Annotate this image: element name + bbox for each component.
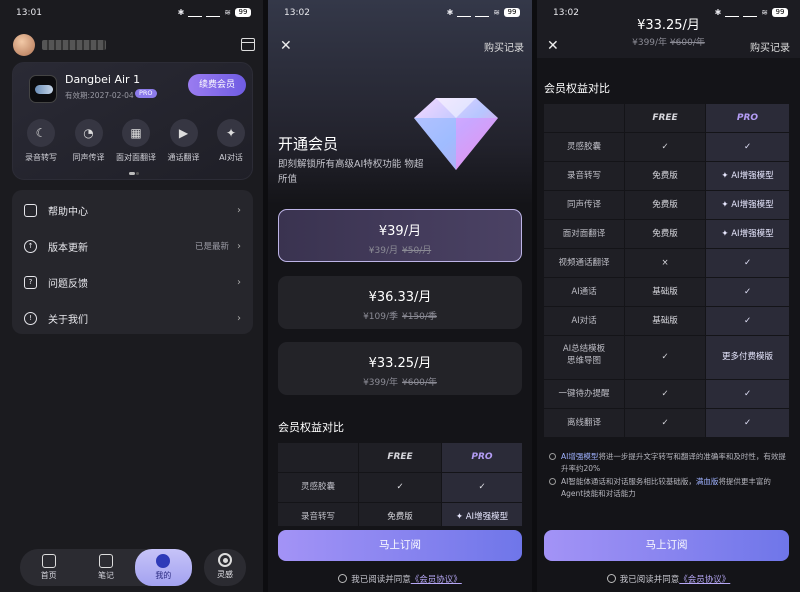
agreement-link[interactable]: 《会员协议》 <box>679 575 730 585</box>
battery-icon: 99 <box>235 8 251 17</box>
translate-icon: ◔ <box>74 119 103 147</box>
username-blurred <box>42 40 106 50</box>
agreement-row: 我已阅读并同意《会员协议》 <box>268 573 532 585</box>
page-title: 开通会员 <box>278 135 339 153</box>
calendar-icon[interactable] <box>241 38 255 51</box>
feature-item[interactable]: ▶ 通话翻译 <box>164 119 204 163</box>
purchase-history-link[interactable]: 购买记录 <box>750 39 790 54</box>
status-time: 13:01 <box>16 8 42 18</box>
bullet-icon <box>549 453 556 460</box>
signal-icon-2 <box>475 9 490 17</box>
agree-checkbox[interactable] <box>606 574 616 583</box>
selected-price: ¥33.25/月 <box>637 18 700 33</box>
inspiration-button[interactable]: 灵感 <box>204 549 246 586</box>
settings-menu: 帮助中心 › ↑ 版本更新 已是最新 › ? 问题反馈 › ! 关于我们 › <box>12 190 253 334</box>
close-icon[interactable]: ✕ <box>280 38 292 54</box>
plan-quarterly[interactable]: ¥36.33/月 ¥109/季 ¥150/季 <box>278 276 522 329</box>
wifi-icon: ≋ <box>493 8 500 17</box>
record-icon <box>218 553 232 567</box>
benefits-table: FREE PRO 灵感胶囊 ✓ ✓ 录音转写 免费版 ✦ AI增强模型 同声传译 免费版 ✦ … <box>544 104 789 438</box>
agree-checkbox[interactable] <box>338 574 348 583</box>
table-row: 灵感胶囊 ✓ ✓ <box>278 473 522 502</box>
section-title: 会员权益对比 <box>278 421 344 434</box>
table-row: AI总结模板 思维导图 ✓ 更多付费模版 <box>544 336 789 379</box>
chevron-right-icon: › <box>237 240 241 252</box>
membership-screen: 13:02 ✱ ≋ 99 ✕ 购买记录 开通会员 即刻解锁所有高级AI特权功能 物超… <box>268 0 532 592</box>
page-subtitle: 即刻解锁所有高级AI特权功能 物超所值 <box>278 159 424 185</box>
menu-item-update[interactable]: ↑ 版本更新 已是最新 › <box>12 228 253 264</box>
table-header: FREE PRO <box>544 104 789 132</box>
battery-icon: 99 <box>504 8 520 17</box>
menu-item-feedback[interactable]: ? 问题反馈 › <box>12 264 253 300</box>
upload-icon: ↑ <box>24 239 37 253</box>
chevron-right-icon: › <box>237 276 241 288</box>
bluetooth-icon: ✱ <box>177 8 185 17</box>
info-icon: ! <box>24 311 37 325</box>
table-row: 一键待办提醒 ✓ ✓ <box>544 380 789 408</box>
menu-item-about[interactable]: ! 关于我们 › <box>12 300 253 336</box>
note-ai-model: AI增强模型将进一步提升文字转写和翻译的准确率和及时性，有效提升率约20% <box>549 451 789 475</box>
table-header: FREE PRO <box>278 443 522 472</box>
mic-icon: ☾ <box>27 119 55 147</box>
face-translate-icon: ▦ <box>122 119 150 147</box>
tab-home[interactable]: 首页 <box>20 549 77 586</box>
bluetooth-icon: ✱ <box>446 8 454 17</box>
section-title: 会员权益对比 <box>544 82 610 95</box>
feature-row: ☾ 录音转写 ◔ 同声传译 ▦ 面对面翻译 ▶ 通话翻译 ✦ AI对话 <box>21 119 251 163</box>
signal-icon-2 <box>206 9 221 17</box>
table-row: 灵感胶囊 ✓ ✓ <box>544 133 789 161</box>
tab-notes[interactable]: 笔记 <box>77 549 134 586</box>
feature-item[interactable]: ▦ 面对面翻译 <box>116 119 156 163</box>
table-row: AI对话 基础版 ✓ <box>544 307 789 335</box>
table-row: 面对面翻译 免费版 ✦ AI增强模型 <box>544 220 789 248</box>
table-row: 录音转写 免费版 ✦ AI增强模型 <box>544 162 789 190</box>
plan-yearly[interactable]: ¥33.25/月 ¥399/年 ¥600/年 <box>278 342 522 395</box>
agreement-row: 我已阅读并同意《会员协议》 <box>537 573 800 585</box>
tab-mine[interactable]: 我的 <box>134 549 192 586</box>
table-row: 视频通话翻译 × ✓ <box>544 249 789 277</box>
feedback-icon: ? <box>24 275 37 289</box>
device-image <box>29 75 57 103</box>
bottom-tab-bar: 首页 笔记 我的 <box>20 549 192 586</box>
pen-icon <box>98 554 113 568</box>
renew-button[interactable]: 续费会员 <box>188 74 246 96</box>
status-bar: 13:01 ✱ ≋ 99 <box>0 8 263 22</box>
home-icon <box>41 554 56 568</box>
chevron-right-icon: › <box>237 204 241 216</box>
status-bar: 13:02 ✱ ≋ 99 <box>268 8 532 22</box>
page-indicator <box>129 172 139 175</box>
close-icon[interactable]: ✕ <box>547 38 559 54</box>
bullet-icon <box>549 478 556 485</box>
purchase-history-link[interactable]: 购买记录 <box>484 39 524 54</box>
device-name: Dangbei Air 1 <box>65 73 141 86</box>
avatar[interactable] <box>13 34 35 56</box>
book-icon <box>24 203 37 217</box>
benefits-table: FREE PRO 灵感胶囊 ✓ ✓ 录音转写 免费版 ✦ AI增强模型 <box>278 443 522 526</box>
pro-badge: PRO <box>135 89 157 98</box>
user-icon <box>156 554 171 568</box>
chat-icon: ✦ <box>217 119 245 147</box>
device-expire: 有效期:2027-02-04 <box>65 91 134 100</box>
table-row: 录音转写 免费版 ✦ AI增强模型 <box>278 503 522 526</box>
feature-item[interactable]: ☾ 录音转写 <box>21 119 61 163</box>
agreement-link[interactable]: 《会员协议》 <box>411 575 462 585</box>
table-row: 离线翻译 ✓ ✓ <box>544 409 789 437</box>
wifi-icon: ≋ <box>224 8 231 17</box>
signal-icon <box>457 9 472 17</box>
table-row: AI通话 基础版 ✓ <box>544 278 789 306</box>
table-row: 同声传译 免费版 ✦ AI增强模型 <box>544 191 789 219</box>
plan-monthly[interactable]: ¥39/月 ¥39/月 ¥50/月 <box>278 209 522 262</box>
note-full-version: AI智能体通话和对话服务相比较基础版，满血版将提供更丰富的Agent技能和对话能… <box>549 476 789 500</box>
device-card[interactable]: Dangbei Air 1 有效期:2027-02-04 PRO 续费会员 ☾ 录… <box>12 62 253 180</box>
subscribe-button[interactable]: 马上订阅 <box>278 530 522 561</box>
feature-item[interactable]: ✦ AI对话 <box>211 119 251 163</box>
subscribe-button[interactable]: 马上订阅 <box>544 530 789 561</box>
call-icon: ▶ <box>169 119 198 147</box>
feature-item[interactable]: ◔ 同声传译 <box>69 119 109 163</box>
membership-detail-screen: 13:02 ✱ ≋ 99 ¥33.25/月 ¥399/年 ¥600/年 ✕ 购买记录… <box>537 0 800 592</box>
chevron-right-icon: › <box>237 312 241 324</box>
signal-icon <box>188 9 203 17</box>
profile-screen: 13:01 ✱ ≋ 99 Dangbei Air 1 有效期:2027-02-04 … <box>0 0 263 592</box>
menu-item-help[interactable]: 帮助中心 › <box>12 192 253 228</box>
